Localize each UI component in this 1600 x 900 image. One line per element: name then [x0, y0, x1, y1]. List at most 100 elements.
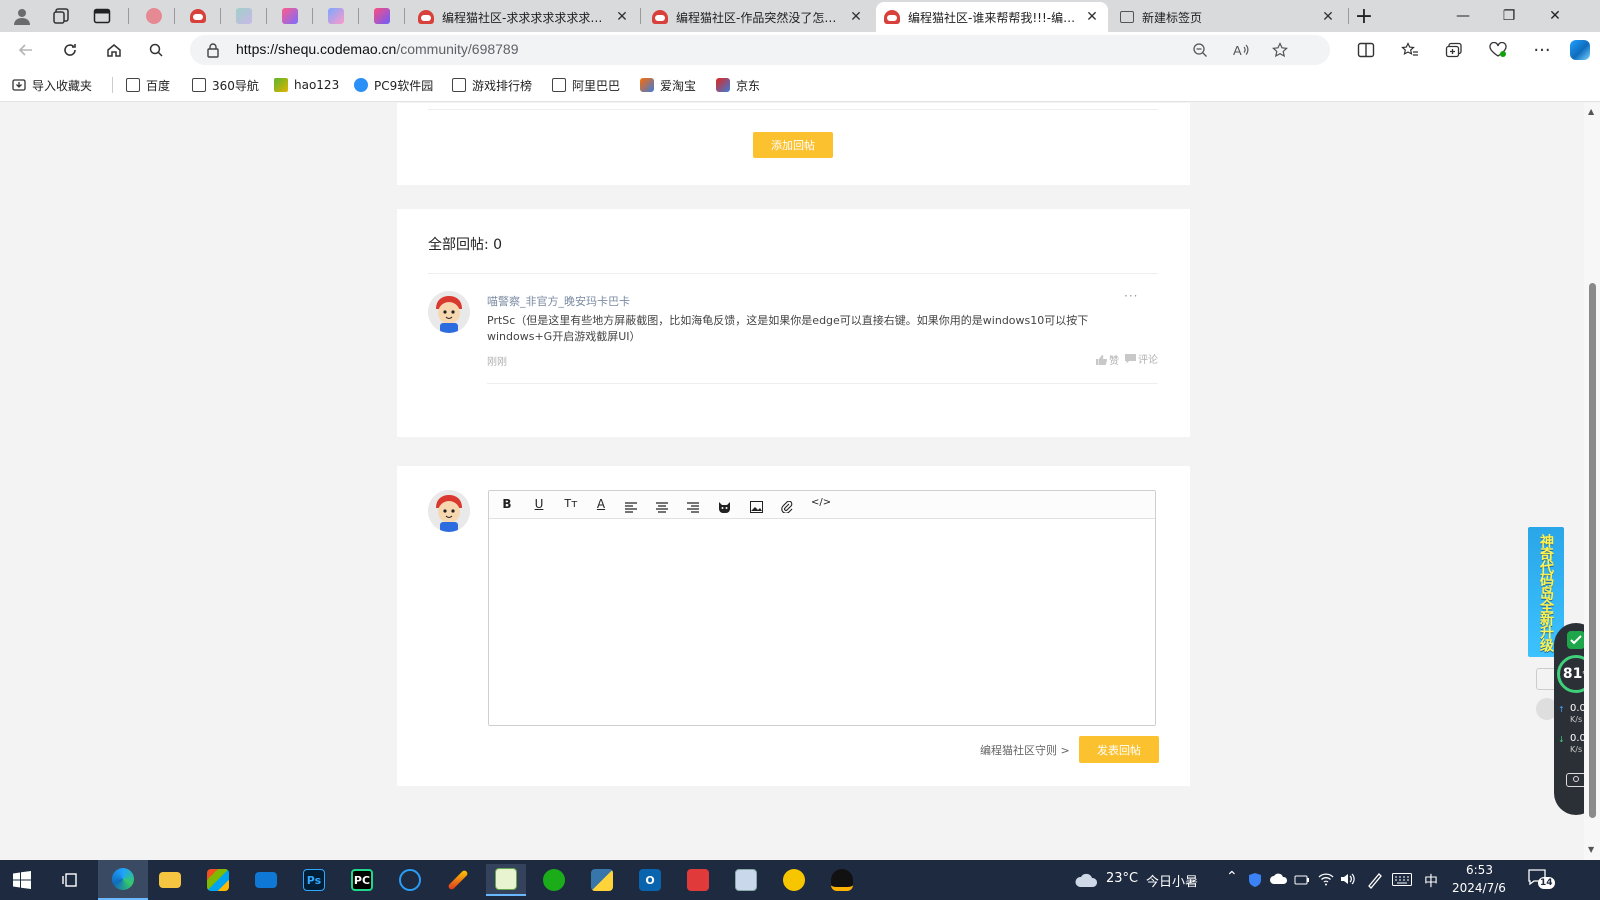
bookmark-alibaba[interactable]: 阿里巴巴: [552, 76, 620, 94]
bookmark-import[interactable]: 导入收藏夹: [12, 76, 92, 94]
weather-desc[interactable]: 今日小暑: [1146, 871, 1198, 890]
image-button[interactable]: [750, 498, 763, 517]
close-tab-icon[interactable]: ✕: [1320, 9, 1336, 25]
screenshot-camera-icon[interactable]: [1566, 773, 1584, 787]
back-button[interactable]: [10, 36, 42, 64]
taskbar-python[interactable]: [582, 864, 622, 896]
font-size-button[interactable]: Tт: [562, 497, 580, 513]
favorite-star-icon[interactable]: [1272, 42, 1288, 58]
attachment-button[interactable]: [781, 498, 793, 517]
tab-3-active[interactable]: 编程猫社区-谁来帮帮我!!!-编程猫 ✕: [876, 2, 1108, 32]
reply-author-name[interactable]: 喵警察_非官方_晚安玛卡巴卡: [487, 293, 630, 309]
align-center-button[interactable]: [656, 498, 668, 517]
clock-time[interactable]: 6:53: [1466, 863, 1493, 877]
tab-1[interactable]: 编程猫社区-求求求求求求求求求求 ✕: [410, 2, 638, 32]
pen-ink-icon[interactable]: [1366, 871, 1384, 889]
taskbar-yellow-app[interactable]: [774, 864, 814, 896]
bookmark-game-rank[interactable]: 游戏排行榜: [452, 76, 532, 94]
start-button[interactable]: [2, 864, 42, 896]
post-reply-button[interactable]: 发表回帖: [1079, 736, 1159, 763]
taskbar-store[interactable]: [198, 864, 238, 896]
reply-author-avatar[interactable]: [428, 291, 470, 333]
pinned-tab-3[interactable]: [226, 4, 262, 28]
taskbar-pen-app[interactable]: [438, 864, 478, 896]
new-tab-button[interactable]: +: [1346, 4, 1382, 29]
settings-more-button[interactable]: ···: [1526, 36, 1558, 64]
pinned-tab-1[interactable]: [136, 4, 172, 28]
like-button[interactable]: 赞: [1096, 352, 1119, 367]
page-scrollbar[interactable]: ▲ ▼: [1584, 103, 1600, 860]
editor-textarea[interactable]: [489, 520, 1155, 725]
taskbar-control-panel[interactable]: [726, 864, 766, 896]
pinned-tab-6[interactable]: [364, 4, 400, 28]
taskbar-pycharm[interactable]: PC: [342, 864, 382, 896]
reply-more-button[interactable]: ···: [1124, 289, 1138, 303]
minimize-button[interactable]: —: [1440, 0, 1486, 32]
taskbar-wechat[interactable]: [534, 864, 574, 896]
taskbar-search-app[interactable]: [390, 864, 430, 896]
my-avatar[interactable]: [428, 490, 470, 532]
url-text[interactable]: https://shequ.codemao.cn/community/69878…: [236, 41, 519, 57]
community-rules-link[interactable]: 编程猫社区守则 >: [980, 742, 1070, 758]
taskbar-chart-app[interactable]: [486, 864, 526, 896]
taskbar-photoshop[interactable]: Ps: [294, 864, 334, 896]
taskbar-qq[interactable]: [822, 864, 862, 896]
address-bar[interactable]: https://shequ.codemao.cn/community/69878…: [190, 35, 1330, 65]
task-view-button[interactable]: [50, 864, 90, 896]
split-screen-button[interactable]: [1350, 36, 1382, 64]
volume-icon[interactable]: [1340, 872, 1356, 886]
lock-icon[interactable]: [206, 42, 220, 58]
bookmark-jd[interactable]: 京东: [716, 76, 760, 94]
system-monitor-widget[interactable]: 81% ↑ 0.0 K/s ↓ 0.0 K/s: [1554, 623, 1584, 815]
align-right-button[interactable]: [687, 498, 699, 517]
pinned-tab-4[interactable]: [272, 4, 308, 28]
bookmark-360[interactable]: 360导航: [192, 76, 259, 94]
align-left-button[interactable]: [625, 498, 637, 517]
clock-date[interactable]: 2024/7/6: [1452, 881, 1506, 895]
restore-button[interactable]: ❐: [1486, 0, 1532, 32]
font-color-button[interactable]: A: [593, 497, 609, 513]
show-hidden-icons-icon[interactable]: ⌃: [1226, 869, 1238, 885]
notification-center-button[interactable]: 14: [1528, 869, 1555, 889]
weather-temp[interactable]: 23°C: [1106, 871, 1138, 886]
wifi-icon[interactable]: [1318, 872, 1334, 886]
read-aloud-icon[interactable]: A: [1232, 42, 1250, 58]
pinned-tab-2[interactable]: [180, 4, 216, 28]
bookmark-baidu[interactable]: 百度: [126, 76, 170, 94]
scroll-up-icon[interactable]: ▲: [1588, 107, 1594, 116]
bookmark-hao123[interactable]: hao123: [274, 76, 339, 94]
tab-4[interactable]: 新建标签页 ✕: [1112, 2, 1344, 32]
close-tab-icon[interactable]: ✕: [848, 9, 864, 25]
tab-actions-icon[interactable]: [84, 4, 120, 28]
underline-button[interactable]: U: [531, 497, 547, 513]
weather-cloud-icon[interactable]: [1074, 870, 1100, 890]
taskbar-edge[interactable]: [98, 860, 148, 900]
taskbar-mail[interactable]: [246, 864, 286, 896]
favorites-button[interactable]: [1394, 36, 1426, 64]
battery-icon[interactable]: [1294, 872, 1310, 886]
refresh-button[interactable]: [54, 36, 86, 64]
close-tab-icon[interactable]: ✕: [614, 9, 630, 25]
scroll-down-icon[interactable]: ▼: [1588, 845, 1594, 854]
tab-2[interactable]: 编程猫社区-作品突然没了怎么办 ✕: [644, 2, 872, 32]
keyboard-icon[interactable]: [1392, 873, 1412, 886]
bookmark-pc9[interactable]: PC9软件园: [354, 76, 433, 94]
profile-icon[interactable]: [4, 4, 40, 28]
pinned-tab-5[interactable]: [318, 4, 354, 28]
copilot-button[interactable]: [1564, 36, 1596, 64]
scroll-thumb[interactable]: [1589, 283, 1596, 818]
search-button[interactable]: [140, 36, 172, 64]
browser-essentials-button[interactable]: [1482, 36, 1514, 64]
taskbar-outlook[interactable]: O: [630, 864, 670, 896]
taskbar-red-app[interactable]: [678, 864, 718, 896]
comment-button[interactable]: 评论: [1125, 351, 1158, 366]
zoom-out-icon[interactable]: [1192, 42, 1208, 58]
ime-indicator[interactable]: 中: [1424, 871, 1438, 891]
defender-shield-icon[interactable]: [1248, 872, 1262, 888]
collections-button[interactable]: [1438, 36, 1470, 64]
bold-button[interactable]: B: [499, 497, 515, 513]
workspaces-icon[interactable]: [44, 4, 80, 28]
add-reply-button[interactable]: 添加回帖: [753, 132, 833, 158]
close-tab-icon[interactable]: ✕: [1084, 9, 1100, 25]
onedrive-cloud-icon[interactable]: [1270, 873, 1288, 885]
